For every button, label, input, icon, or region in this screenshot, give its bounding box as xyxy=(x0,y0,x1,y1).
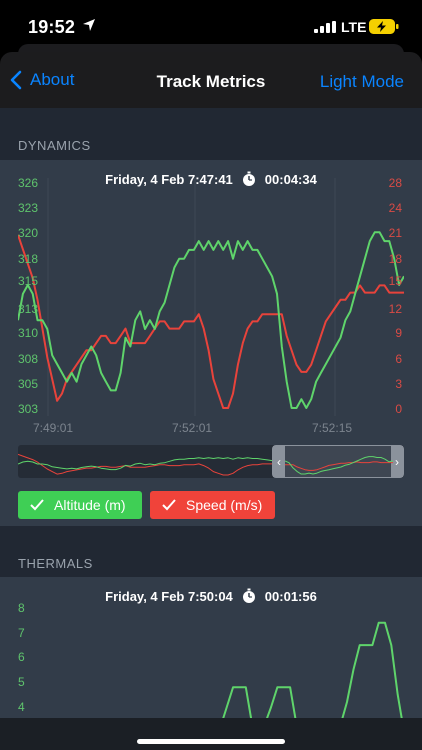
checkmark-icon xyxy=(162,499,176,511)
x-axis-tick: 7:49:01 xyxy=(33,421,74,435)
speed-y-tick: 3 xyxy=(395,377,402,391)
altitude-y-tick: 320 xyxy=(18,226,39,240)
overview-window-chart xyxy=(285,456,393,475)
location-arrow-icon xyxy=(83,19,95,31)
altitude-y-tick: 305 xyxy=(18,377,39,391)
dynamics-line-chart[interactable] xyxy=(18,178,404,416)
speed-y-tick: 28 xyxy=(388,176,402,190)
thermals-y-tick: 8 xyxy=(18,601,25,615)
altitude-y-tick: 323 xyxy=(18,201,39,215)
altitude-toggle-button[interactable]: Altitude (m) xyxy=(18,491,142,519)
speed-y-tick: 24 xyxy=(388,201,402,215)
altitude-y-tick: 318 xyxy=(18,252,39,266)
overview-selection-window[interactable]: ‹ › xyxy=(272,445,404,478)
thermals-y-tick: 7 xyxy=(18,626,25,640)
navigation-bar: About Track Metrics Light Mode xyxy=(0,52,422,108)
home-indicator[interactable] xyxy=(137,739,285,744)
x-axis-tick: 7:52:15 xyxy=(312,421,353,435)
window-altitude-line xyxy=(285,456,393,475)
window-speed-line xyxy=(285,461,393,471)
altitude-y-tick: 308 xyxy=(18,352,39,366)
speed-y-tick: 0 xyxy=(395,402,402,416)
network-type: LTE xyxy=(341,19,367,35)
speed-y-tick: 9 xyxy=(395,326,402,340)
status-time: 19:52 xyxy=(28,17,76,37)
content-area: DYNAMICS Friday, 4 Feb 7:47:41 00:04:34 … xyxy=(0,108,422,750)
thermals-section-label: THERMALS xyxy=(18,556,93,571)
speed-legend-label: Speed (m/s) xyxy=(186,497,263,513)
dynamics-section-label: DYNAMICS xyxy=(18,138,91,153)
overview-scroller[interactable]: ‹ › xyxy=(18,445,404,478)
speed-y-tick: 21 xyxy=(388,226,402,240)
altitude-y-tick: 315 xyxy=(18,274,39,288)
home-bar-area xyxy=(0,718,422,750)
battery-charging-icon xyxy=(369,19,399,34)
speed-y-tick: 12 xyxy=(388,302,402,316)
altitude-y-tick: 310 xyxy=(18,326,39,340)
light-mode-button[interactable]: Light Mode xyxy=(320,72,404,92)
altitude-legend-label: Altitude (m) xyxy=(54,497,126,513)
thermals-y-tick: 6 xyxy=(18,650,25,664)
chevron-left-icon[interactable]: ‹ xyxy=(273,446,285,477)
cellular-signal-icon xyxy=(314,21,336,33)
altitude-y-tick: 303 xyxy=(18,402,39,416)
thermals-y-tick: 5 xyxy=(18,675,25,689)
dynamics-card: Friday, 4 Feb 7:47:41 00:04:34 ‹ › Altit… xyxy=(0,160,422,526)
speed-y-tick: 6 xyxy=(395,352,402,366)
x-axis-tick: 7:52:01 xyxy=(172,421,213,435)
altitude-y-tick: 326 xyxy=(18,176,39,190)
speed-toggle-button[interactable]: Speed (m/s) xyxy=(150,491,275,519)
speed-y-tick: 18 xyxy=(388,252,402,266)
thermals-y-tick: 4 xyxy=(18,700,25,714)
thermals-series-line xyxy=(18,621,404,733)
speed-y-tick: 15 xyxy=(388,274,402,288)
altitude-series-line xyxy=(18,231,404,409)
altitude-y-tick: 313 xyxy=(18,302,39,316)
checkmark-icon xyxy=(30,499,44,511)
